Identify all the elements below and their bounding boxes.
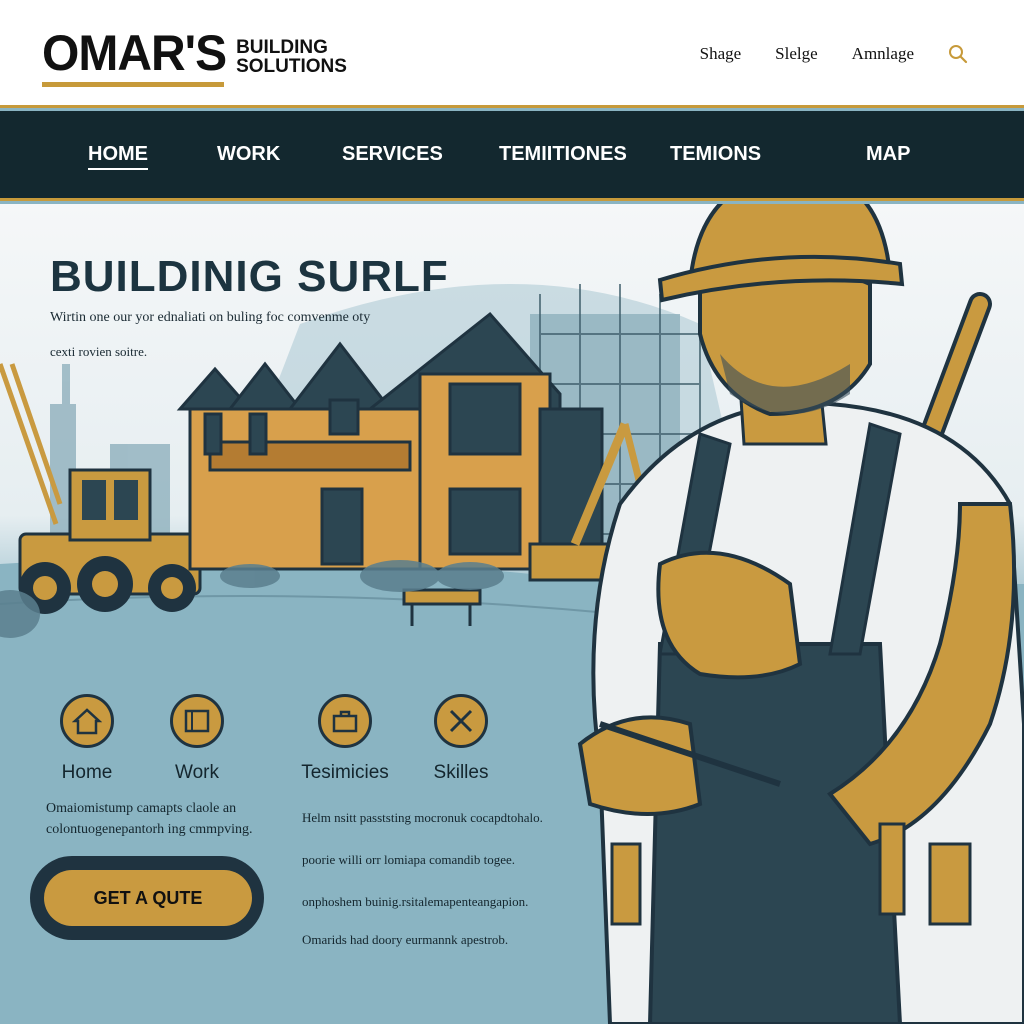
feature-tesimicies[interactable]: Tesimicies [290, 694, 400, 784]
feature-skilles[interactable]: Skilles [406, 694, 516, 784]
logo-underline [42, 82, 224, 87]
toolbox-icon [318, 694, 372, 748]
feature-label-skilles: Skilles [433, 762, 489, 783]
brand-logo[interactable]: OMAR'S BUILDING SOLUTIONS [42, 25, 347, 87]
logo-tagline-line1: BUILDING [236, 37, 328, 58]
logo-tagline: BUILDING SOLUTIONS [236, 38, 347, 76]
utility-link-shage[interactable]: Shage [700, 44, 742, 64]
feature-label-tesimicies: Tesimicies [301, 762, 389, 783]
utility-link-amnlage[interactable]: Amnlage [852, 44, 914, 64]
intro-blurb: Omaiomistump camapts claole an colontuog… [46, 801, 253, 837]
hero-subtitle-line1: Wirtin one our yor ednaliati on buling f… [50, 310, 371, 325]
nav-item-map[interactable]: MAP [866, 143, 910, 166]
logo-tagline-line2: SOLUTIONS [236, 56, 347, 77]
utility-links: Shage Slelge Amnlage [700, 44, 968, 64]
blueprint-icon [170, 694, 224, 748]
feature-label-work: Work [175, 762, 219, 783]
feature-home[interactable]: Home [32, 694, 142, 784]
info-line-2: poorie willi orr lomiapa comandib togee. [302, 852, 515, 867]
nav-item-temiitiones[interactable]: TEMIITIONES [499, 143, 627, 166]
info-line-4: Omarids had doory eurmannk apestrob. [302, 932, 509, 947]
logo-wordmark: OMAR'S [42, 25, 227, 82]
hero-section: BUILDINIG SURLF Wirtin one our yor ednal… [0, 204, 1024, 1024]
hero-title: BUILDINIG SURLF [50, 252, 449, 301]
main-nav: HOME WORK SERVICES TEMIITIONES TEMIONS M… [0, 111, 1024, 201]
site-header: OMAR'S BUILDING SOLUTIONS Shage Slelge A… [0, 0, 1024, 108]
nav-item-work[interactable]: WORK [217, 143, 280, 166]
info-line-3: onphoshem buinig.rsitalemapenteangapion. [302, 894, 529, 909]
utility-link-slelge[interactable]: Slelge [775, 44, 818, 64]
search-icon[interactable] [948, 44, 968, 64]
feature-label-home: Home [61, 762, 113, 783]
get-quote-button[interactable]: GET A QUTE [44, 870, 252, 926]
info-line-1: Helm nsitt pasststing mocronuk cocapdtoh… [302, 810, 543, 825]
crossed-tools-icon [434, 694, 488, 748]
nav-item-home[interactable]: HOME [88, 143, 148, 170]
nav-item-services[interactable]: SERVICES [342, 143, 443, 166]
hero-subtitle-line2: cexti rovien soitre. [50, 344, 148, 359]
house-icon [60, 694, 114, 748]
nav-item-temions[interactable]: TEMIONS [670, 143, 761, 166]
feature-work[interactable]: Work [142, 694, 252, 784]
